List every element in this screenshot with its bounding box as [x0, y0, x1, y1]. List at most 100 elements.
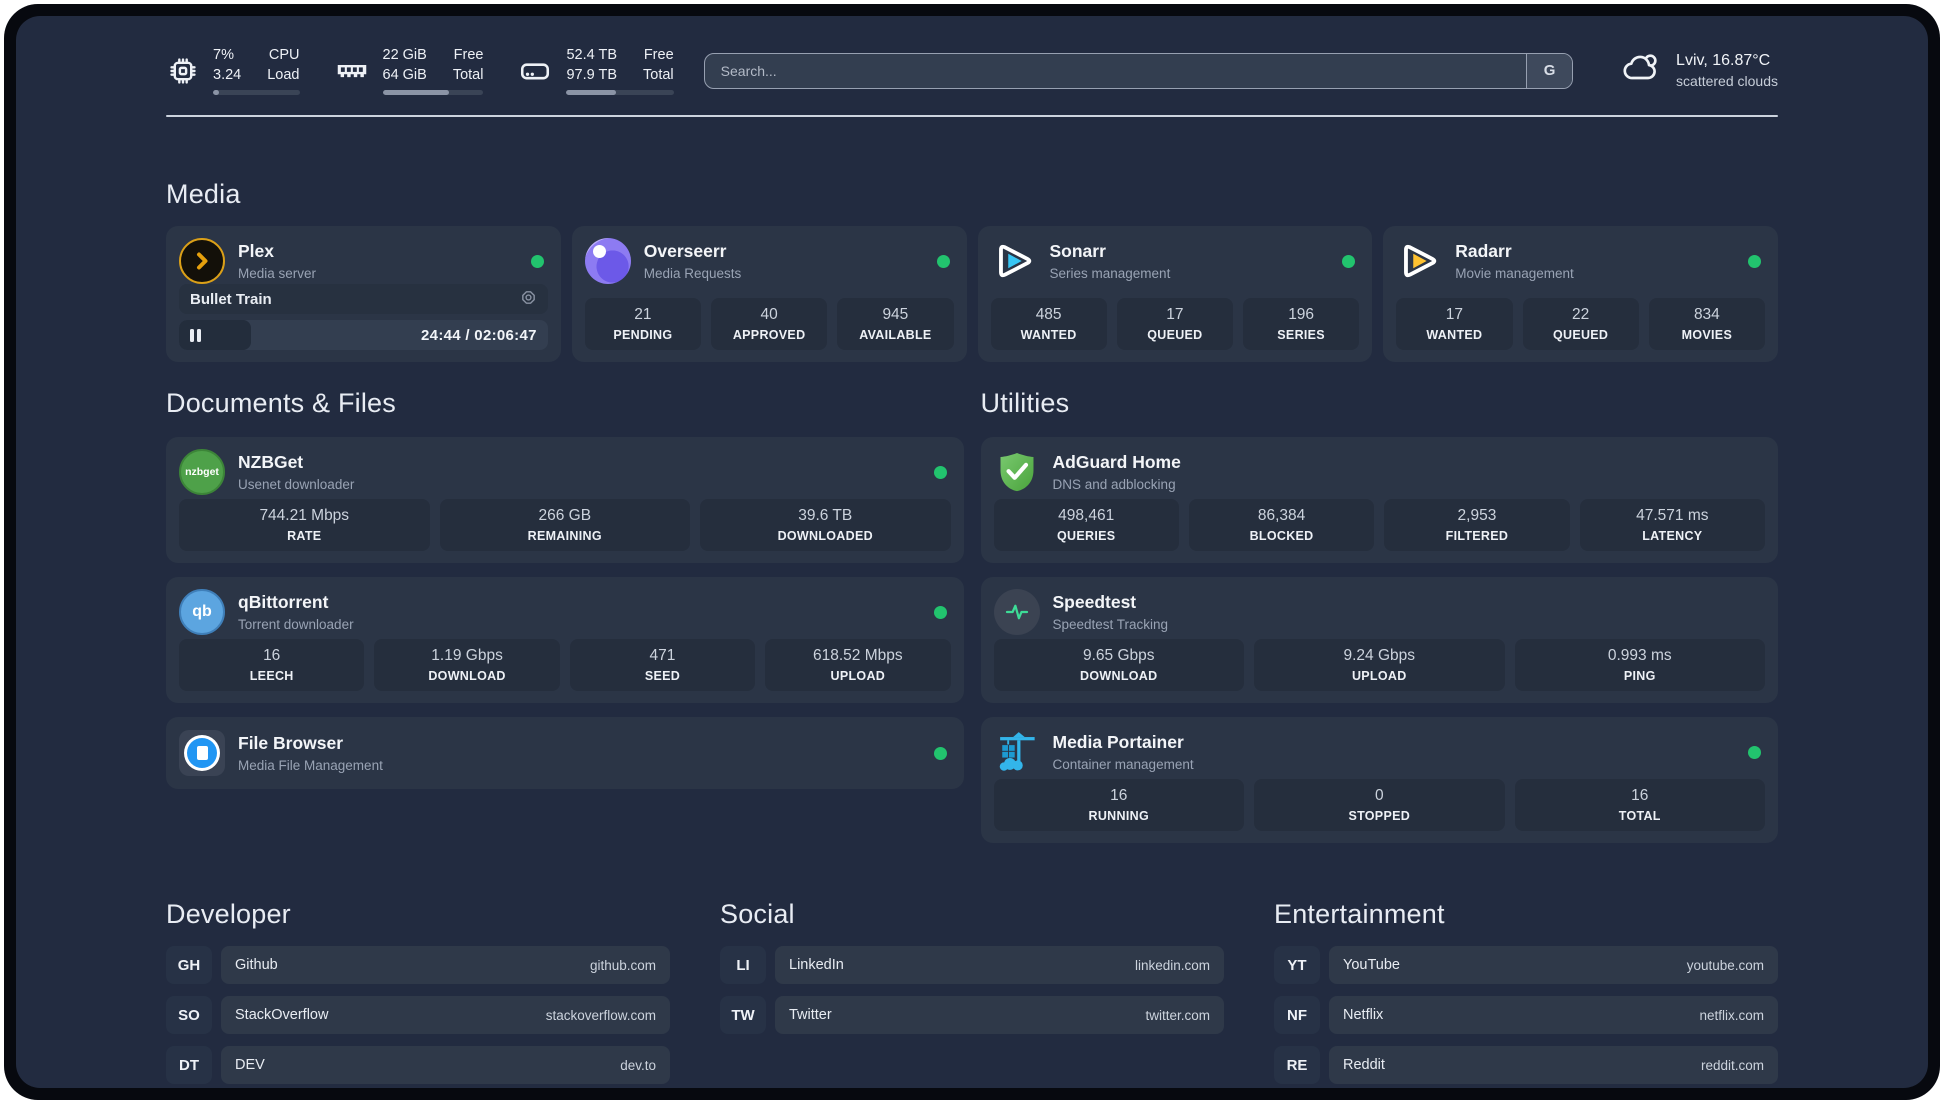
header-divider: [166, 115, 1778, 118]
bookmark-link[interactable]: YouTube youtube.com: [1329, 946, 1778, 985]
app-subtitle: Series management: [1049, 266, 1171, 282]
stat-tile: 834 MOVIES: [1648, 298, 1765, 351]
app-title: Sonarr: [1049, 241, 1106, 262]
cpu-progress-bar: [213, 90, 300, 96]
app-title: AdGuard Home: [1052, 452, 1181, 473]
dashboard-page: 7% 3.24 CPU Load 22 GiB 64 GiB Free Tota…: [16, 16, 1928, 1088]
status-dot: [933, 605, 947, 619]
stat-tile: 2,953 FILTERED: [1384, 499, 1570, 552]
speedtest-card[interactable]: Speedtest Speedtest Tracking 9.65 Gbps DO…: [980, 577, 1778, 704]
bookmark-link[interactable]: StackOverflow stackoverflow.com: [221, 996, 670, 1035]
portainer-icon: [994, 729, 1040, 775]
bookmark-reddit: RE Reddit reddit.com: [1274, 1046, 1778, 1085]
search-engine-button[interactable]: G: [1526, 53, 1573, 88]
playback-progress-bar[interactable]: 24:44 / 02:06:47: [179, 320, 548, 351]
app-subtitle: Container management: [1052, 757, 1194, 773]
disk-total-value: 97.9 TB: [566, 67, 618, 84]
status-dot: [530, 254, 544, 268]
status-dot: [1748, 254, 1761, 268]
app-title: qBittorrent: [238, 592, 329, 613]
disk-total-label: Total: [643, 67, 674, 84]
developer-column: Developer GH Github github.com SO StackOv…: [166, 899, 670, 1085]
stat-tile: 16 LEECH: [179, 639, 365, 692]
media-grid: Plex Media server Bullet Train 24:44 / 0…: [166, 226, 1778, 363]
app-subtitle: Media server: [238, 266, 317, 282]
memory-stat: 22 GiB 64 GiB Free Total: [334, 46, 484, 96]
stat-tile: 485 WANTED: [990, 298, 1107, 351]
cpu-stat: 7% 3.24 CPU Load: [166, 46, 300, 96]
app-title: Speedtest: [1052, 592, 1137, 613]
plex-icon: [179, 238, 225, 285]
ram-total-value: 64 GiB: [382, 67, 427, 84]
speedtest-icon: [993, 589, 1040, 636]
bookmark-abbr: TW: [720, 996, 766, 1035]
stat-tile: 618.52 Mbps UPLOAD: [765, 639, 951, 692]
stat-tile: 47.571 ms LATENCY: [1579, 499, 1765, 552]
disk-icon: [517, 53, 553, 89]
bookmark-dev: DT DEV dev.to: [166, 1046, 670, 1085]
stat-tile: 0.993 ms PING: [1514, 639, 1765, 692]
overseerr-card[interactable]: Overseerr Media Requests 21 PENDING 40 APP…: [571, 226, 967, 363]
weather-widget[interactable]: Lviv, 16.87°C scattered clouds: [1619, 48, 1778, 93]
bookmark-link[interactable]: DEV dev.to: [221, 1046, 670, 1085]
ram-progress-bar: [382, 90, 484, 96]
adguard-icon: [994, 449, 1040, 495]
documents-section-title: Documents & Files: [166, 388, 396, 419]
search-input[interactable]: [703, 52, 1574, 89]
weather-condition: scattered clouds: [1676, 73, 1778, 90]
media-section-title: Media: [166, 179, 241, 210]
stat-tile: 21 PENDING: [584, 298, 701, 351]
bookmark-linkedin: LI LinkedIn linkedin.com: [720, 946, 1224, 985]
stat-tile: 9.24 Gbps UPLOAD: [1254, 639, 1505, 692]
sonarr-card[interactable]: Sonarr Series management 485 WANTED 17 QUE…: [977, 226, 1373, 363]
adguard-card[interactable]: AdGuard Home DNS and adblocking 498,461 Q…: [980, 437, 1778, 564]
bookmark-abbr: GH: [166, 946, 212, 985]
stat-tile: 471 SEED: [569, 639, 756, 692]
app-title: NZBGet: [238, 452, 304, 473]
app-subtitle: Media Requests: [643, 266, 742, 282]
plex-card[interactable]: Plex Media server Bullet Train 24:44 / 0…: [166, 226, 561, 363]
stat-tile: 17 QUEUED: [1116, 298, 1233, 351]
cpu-icon: [166, 54, 200, 88]
disk-stat: 52.4 TB 97.9 TB Free Total: [517, 46, 674, 96]
radarr-card[interactable]: Radarr Movie management 17 WANTED 22 QUEUE…: [1383, 226, 1778, 363]
now-playing-title: Bullet Train: [190, 290, 272, 308]
bookmark-link[interactable]: Netflix netflix.com: [1329, 996, 1778, 1035]
app-title: Media Portainer: [1052, 732, 1184, 753]
bookmark-link[interactable]: Reddit reddit.com: [1329, 1046, 1778, 1085]
disk-free-label: Free: [643, 47, 674, 63]
social-section-title: Social: [720, 899, 795, 930]
cpu-usage-value: 7%: [213, 47, 234, 63]
bookmark-link[interactable]: LinkedIn linkedin.com: [775, 946, 1224, 985]
app-title: Overseerr: [643, 241, 727, 262]
qbittorrent-icon: qb: [179, 589, 225, 636]
bookmark-link[interactable]: Github github.com: [221, 946, 670, 985]
bookmark-github: GH Github github.com: [166, 946, 670, 985]
stat-tile: 9.65 Gbps DOWNLOAD: [993, 639, 1244, 692]
system-stats: 7% 3.24 CPU Load 22 GiB 64 GiB Free Tota…: [166, 46, 674, 96]
header: 7% 3.24 CPU Load 22 GiB 64 GiB Free Tota…: [166, 46, 1778, 96]
stat-tile: 40 APPROVED: [711, 298, 828, 351]
cpu-usage-label: CPU: [268, 47, 300, 63]
nzbget-card[interactable]: nzbget NZBGet Usenet downloader 744.21 M…: [166, 437, 964, 564]
social-column: Social LI LinkedIn linkedin.com TW Twitte…: [720, 899, 1224, 1084]
pause-icon[interactable]: [190, 328, 201, 342]
app-subtitle: Media File Management: [238, 758, 383, 774]
app-subtitle: Speedtest Tracking: [1052, 617, 1169, 633]
bookmark-link[interactable]: Twitter twitter.com: [775, 996, 1224, 1035]
portainer-card[interactable]: Media Portainer Container management 16 R…: [980, 717, 1778, 844]
bookmark-abbr: NF: [1274, 996, 1320, 1035]
app-title: Plex: [238, 241, 274, 262]
filebrowser-card[interactable]: File Browser Media File Management: [166, 717, 964, 790]
ram-total-label: Total: [452, 67, 484, 84]
qbittorrent-card[interactable]: qb qBittorrent Torrent downloader 16 LEEC…: [166, 577, 964, 704]
stat-tile: 22 QUEUED: [1522, 298, 1639, 351]
stat-tile: 16 TOTAL: [1514, 779, 1765, 832]
now-playing-row: Bullet Train: [179, 284, 548, 315]
bookmark-netflix: NF Netflix netflix.com: [1274, 996, 1778, 1035]
status-dot: [936, 254, 950, 268]
developer-section-title: Developer: [166, 899, 291, 930]
app-subtitle: DNS and adblocking: [1052, 477, 1176, 493]
disk-free-value: 52.4 TB: [566, 47, 618, 63]
bookmark-youtube: YT YouTube youtube.com: [1274, 946, 1778, 985]
